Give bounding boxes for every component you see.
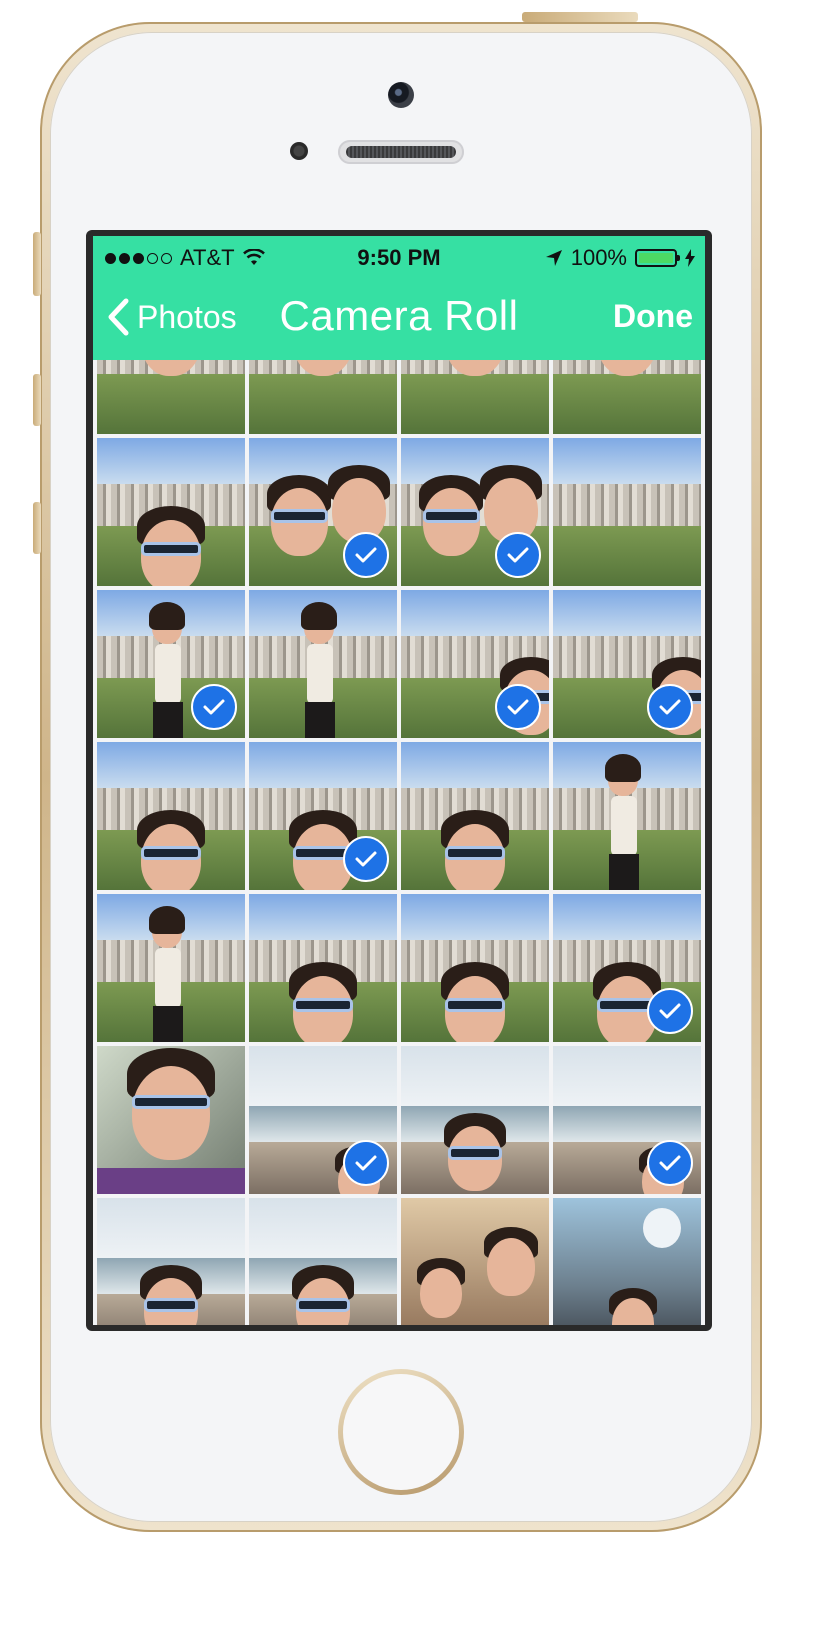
location-arrow-icon	[545, 250, 562, 266]
photo-thumbnail[interactable]	[401, 742, 549, 890]
selected-checkmark	[647, 684, 693, 730]
checkmark-icon	[355, 851, 377, 867]
checkmark-icon	[203, 699, 225, 715]
photo-thumbnail[interactable]	[249, 590, 397, 738]
status-bar: AT&T 9:50 PM 100%	[93, 236, 705, 276]
photo-thumbnail[interactable]	[249, 742, 397, 890]
photo-grid	[93, 360, 705, 1325]
volume-down-button	[33, 502, 41, 554]
checkmark-icon	[659, 1155, 681, 1171]
home-button[interactable]	[338, 1369, 464, 1495]
back-button[interactable]: Photos	[107, 298, 237, 336]
volume-up-button	[33, 374, 41, 426]
selected-checkmark	[343, 836, 389, 882]
photo-thumbnail[interactable]	[553, 590, 701, 738]
display: AT&T 9:50 PM 100% Photos Camera Roll Don…	[93, 236, 705, 1325]
photo-thumbnail[interactable]	[97, 360, 245, 434]
navigation-bar: Photos Camera Roll Done	[93, 276, 705, 360]
battery-percent: 100%	[570, 245, 627, 270]
photo-thumbnail[interactable]	[97, 438, 245, 586]
earpiece-speaker	[338, 140, 464, 164]
checkmark-icon	[659, 699, 681, 715]
photo-thumbnail[interactable]	[97, 742, 245, 890]
selected-checkmark	[647, 1140, 693, 1186]
photo-thumbnail[interactable]	[553, 1198, 701, 1325]
photo-thumbnail[interactable]	[97, 894, 245, 1042]
back-button-label: Photos	[137, 298, 237, 335]
photo-thumbnail[interactable]	[401, 590, 549, 738]
photo-thumbnail[interactable]	[401, 438, 549, 586]
photo-thumbnail[interactable]	[97, 1046, 245, 1194]
photo-thumbnail[interactable]	[97, 590, 245, 738]
done-button[interactable]: Done	[613, 298, 693, 335]
photo-thumbnail[interactable]	[553, 1046, 701, 1194]
mute-switch	[33, 232, 41, 296]
selected-checkmark	[343, 1140, 389, 1186]
photo-thumbnail[interactable]	[401, 1046, 549, 1194]
checkmark-icon	[507, 699, 529, 715]
battery-icon	[635, 249, 680, 267]
checkmark-icon	[355, 547, 377, 563]
front-camera	[388, 82, 414, 108]
photo-thumbnail[interactable]	[553, 360, 701, 434]
photo-thumbnail[interactable]	[249, 360, 397, 434]
photo-thumbnail[interactable]	[249, 894, 397, 1042]
checkmark-icon	[355, 1155, 377, 1171]
selected-checkmark	[495, 684, 541, 730]
screen-bezel: AT&T 9:50 PM 100% Photos Camera Roll Don…	[86, 230, 712, 1331]
photo-thumbnail[interactable]	[249, 1046, 397, 1194]
photo-thumbnail[interactable]	[401, 360, 549, 434]
proximity-sensor	[290, 142, 308, 160]
power-button	[522, 12, 638, 22]
chevron-left-icon	[108, 298, 129, 336]
selected-checkmark	[191, 684, 237, 730]
selected-checkmark	[647, 988, 693, 1034]
checkmark-icon	[659, 1003, 681, 1019]
photo-thumbnail[interactable]	[401, 1198, 549, 1325]
checkmark-icon	[507, 547, 529, 563]
photo-thumbnail[interactable]	[553, 742, 701, 890]
photo-thumbnail[interactable]	[401, 894, 549, 1042]
photo-thumbnail[interactable]	[553, 894, 701, 1042]
selected-checkmark	[343, 532, 389, 578]
photo-thumbnail[interactable]	[249, 1198, 397, 1325]
photo-thumbnail[interactable]	[249, 438, 397, 586]
photo-thumbnail[interactable]	[97, 1198, 245, 1325]
charging-icon	[685, 249, 695, 267]
photo-thumbnail[interactable]	[553, 438, 701, 586]
selected-checkmark	[495, 532, 541, 578]
